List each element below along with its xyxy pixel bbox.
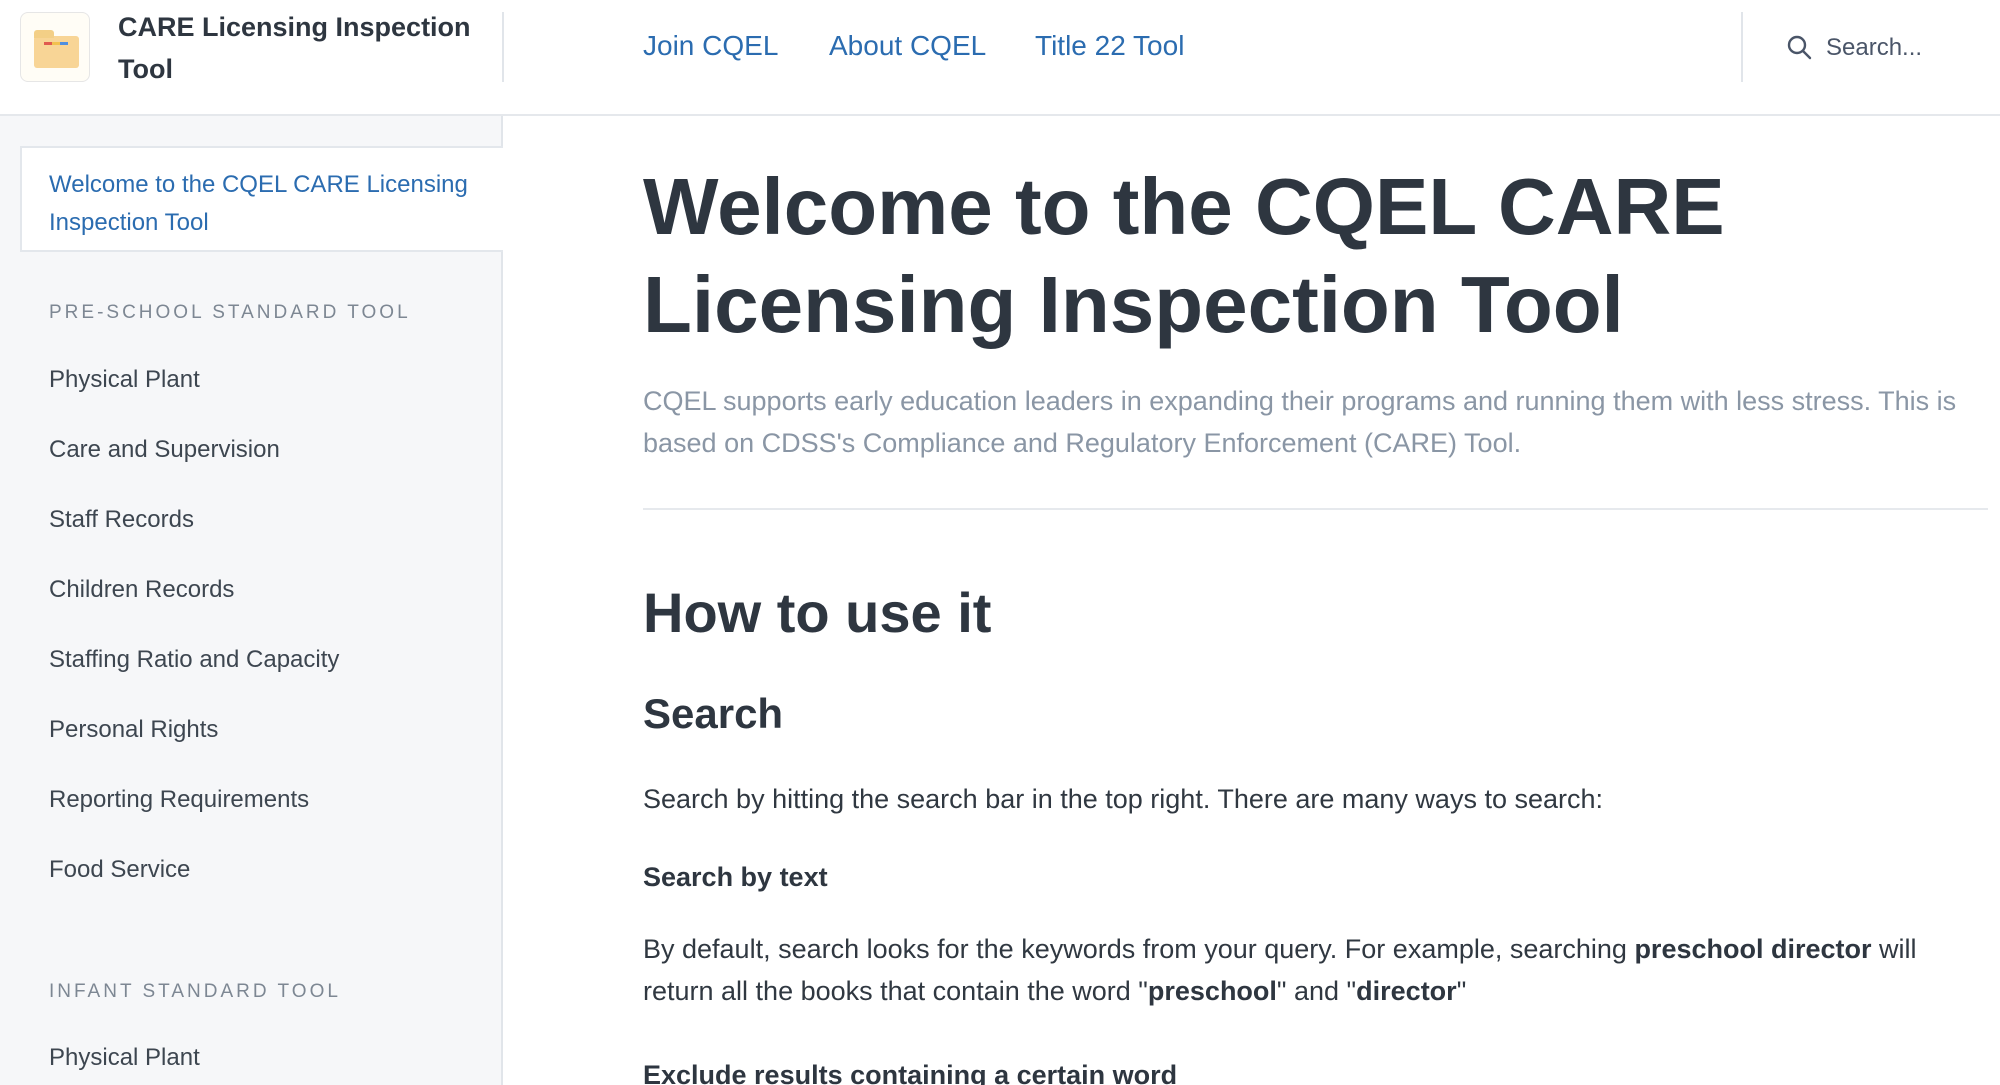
folder-logo-icon[interactable]: [20, 12, 90, 82]
sidebar-item-infant-physical-plant[interactable]: Physical Plant: [49, 1044, 200, 1072]
sidebar-item-food-service[interactable]: Food Service: [49, 856, 190, 884]
page: CARE Licensing Inspection Tool Join CQEL…: [0, 0, 2000, 1085]
header-divider: [502, 12, 504, 82]
sidebar-item-care-and-supervision[interactable]: Care and Supervision: [49, 436, 280, 464]
sidebar-item-reporting-requirements[interactable]: Reporting Requirements: [49, 786, 309, 814]
search-icon: [1787, 35, 1812, 60]
page-description: CQEL supports early education leaders in…: [643, 386, 1957, 458]
sidebar-item-staff-records[interactable]: Staff Records: [49, 506, 194, 534]
heading-exclude-word: Exclude results containing a certain wor…: [643, 1060, 1178, 1085]
sidebar-item-personal-rights[interactable]: Personal Rights: [49, 716, 218, 744]
heading-search-by-text: Search by text: [643, 862, 828, 892]
heading-how-to-use: How to use it: [643, 581, 992, 644]
top-bar: CARE Licensing Inspection Tool Join CQEL…: [0, 0, 2000, 116]
heading-search: Search: [643, 690, 784, 737]
main-content: Welcome to the CQEL CARE Licensing Inspe…: [643, 116, 1988, 1085]
sidebar-item-welcome[interactable]: Welcome to the CQEL CARE Licensing Inspe…: [20, 146, 503, 252]
site-title[interactable]: CARE Licensing Inspection Tool: [118, 6, 488, 90]
page-title: Welcome to the CQEL CARE Licensing Inspe…: [643, 162, 1725, 349]
nav-title-22-tool[interactable]: Title 22 Tool: [1035, 26, 1184, 66]
sidebar: Welcome to the CQEL CARE Licensing Inspe…: [0, 116, 503, 1085]
sidebar-item-physical-plant[interactable]: Physical Plant: [49, 366, 200, 394]
search-input[interactable]: [1826, 30, 1976, 66]
nav-join-cqel[interactable]: Join CQEL: [643, 26, 778, 66]
sidebar-item-children-records[interactable]: Children Records: [49, 576, 234, 604]
section-heading-infant: INFANT STANDARD TOOL: [49, 981, 341, 1002]
search-intro-text: Search by hitting the search bar in the …: [643, 784, 1604, 814]
sidebar-item-staffing-ratio[interactable]: Staffing Ratio and Capacity: [49, 646, 339, 674]
section-heading-preschool: PRE-SCHOOL STANDARD TOOL: [49, 302, 411, 323]
search-by-text-body: By default, search looks for the keyword…: [643, 934, 1917, 1006]
divider: [643, 508, 1988, 510]
header-divider: [1741, 12, 1743, 82]
search-box[interactable]: [1780, 24, 1980, 72]
nav-about-cqel[interactable]: About CQEL: [829, 26, 986, 66]
